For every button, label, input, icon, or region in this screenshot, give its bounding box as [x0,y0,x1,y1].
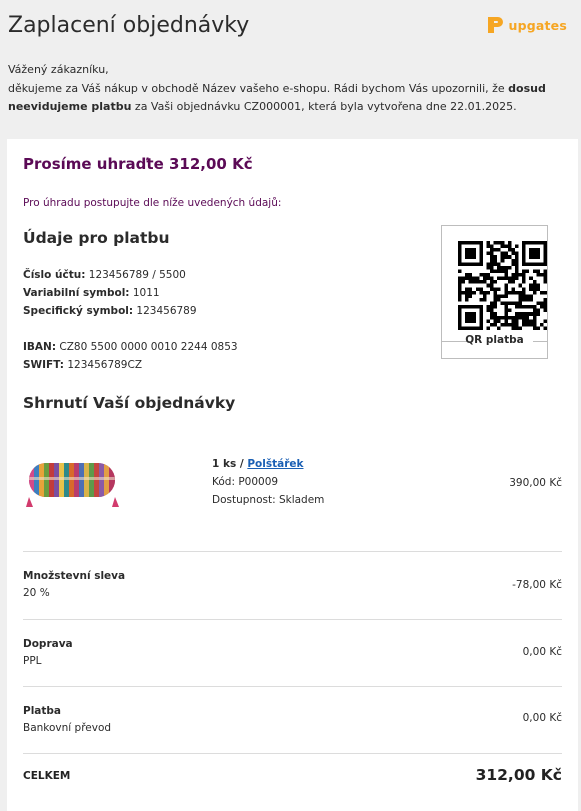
payment-fields: Číslo účtu: 123456789 / 5500 Variabilní … [23,266,197,320]
product-link[interactable]: Polštářek [247,458,303,470]
qr-label: QR platba [465,334,524,346]
upgates-logo-icon [488,17,504,33]
product-price: 390,00 Kč [509,477,562,489]
greeting: Vážený zákazníku, [8,63,109,76]
payment-method-value: 0,00 Kč [522,712,562,724]
divider [23,551,562,552]
account-number-row: Číslo účtu: 123456789 / 5500 [23,269,186,281]
divider [23,686,562,687]
divider [23,753,562,754]
payment-details-heading: Údaje pro platbu [23,229,170,247]
bank-codes: IBAN: CZ80 5500 0000 0010 2244 0853 SWIF… [23,338,238,374]
order-summary-heading: Shrnutí Vaší objednávky [23,394,236,412]
payment-method-row: Platba Bankovní převod [23,705,112,734]
page-title: Zaplacení objednávky [8,13,250,38]
intro-paragraph: děkujeme za Váš nákup v obchodě Název va… [8,81,546,114]
variable-symbol-row: Variabilní symbol: 1011 [23,287,160,299]
specific-symbol-row: Specifický symbol: 123456789 [23,305,197,317]
pillow-image [26,463,119,507]
iban-row: IBAN: CZ80 5500 0000 0010 2244 0853 [23,341,238,353]
discount-value: -78,00 Kč [512,579,562,591]
payment-card: Prosíme uhraďte 312,00 Kč Pro úhradu pos… [7,139,578,811]
qr-code [458,241,547,330]
upgates-logo[interactable]: upgates [486,14,567,36]
payment-title: Prosíme uhraďte 312,00 Kč [23,155,253,173]
product-info: 1 ks / Polštářek Kód: P00009 Dostupnost:… [212,455,324,509]
intro-text: Vážený zákazníku, děkujeme za Váš nákup … [8,61,573,117]
shipping-value: 0,00 Kč [522,646,562,658]
product-code: Kód: P00009 [212,476,279,488]
qr-payment-box: QR platba [441,225,548,359]
total-label: CELKEM [23,770,71,782]
logo-text: upgates [508,17,567,33]
divider [23,619,562,620]
total-value: 312,00 Kč [475,766,562,784]
payment-subtitle: Pro úhradu postupujte dle níže uvedených… [23,197,282,209]
discount-row: Množstevní sleva 20 % [23,570,126,599]
product-availability: Dostupnost: Skladem [212,494,325,506]
shipping-row: Doprava PPL [23,638,73,667]
product-name-row: 1 ks / Polštářek [212,458,304,470]
swift-row: SWIFT: 123456789CZ [23,359,143,371]
